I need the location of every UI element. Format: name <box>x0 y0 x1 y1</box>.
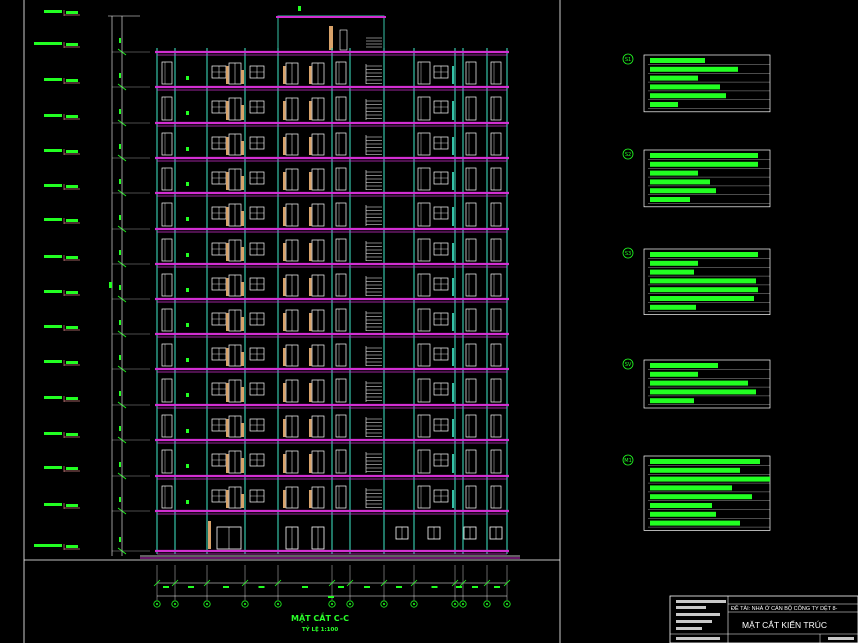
layer-key-row <box>650 398 694 404</box>
logo-bar <box>676 600 726 603</box>
layer-key-tables: S1 S2 S3 SV M1 <box>622 53 771 531</box>
drawing-scale: TỶ LỆ 1:100 <box>302 625 339 633</box>
layer-key-row <box>650 503 712 508</box>
title-block: ĐỀ TÀI: NHÀ Ở CÁN BỘ CÔNG TY DỆT 8- MẶT … <box>669 595 858 643</box>
level-marker <box>44 10 80 16</box>
cad-drawing-canvas: MẶT CẮT C-C TỶ LỆ 1:100 S1 S2 S3 SV M1 ĐỀ TÀ… <box>23 0 858 643</box>
layer-key-row <box>650 252 758 257</box>
level-marker <box>44 114 80 120</box>
layer-key-row <box>650 485 732 491</box>
layer-key-row <box>650 84 720 90</box>
layer-key-row <box>650 380 748 386</box>
layer-key-row <box>650 389 756 395</box>
layer-key-row <box>650 170 698 176</box>
layer-key-s1: S1 <box>622 53 771 113</box>
roof-level-tick <box>298 6 301 11</box>
layer-key-row <box>650 58 705 63</box>
level-marker <box>44 149 80 155</box>
layer-key-row <box>650 66 738 72</box>
sheet-name: MẶT CẮT KIẾN TRÚC <box>742 620 827 630</box>
logo-bar <box>676 627 702 630</box>
layer-key-row <box>650 287 758 293</box>
layer-key-row <box>650 520 740 526</box>
logo-bar <box>676 606 706 609</box>
layer-key-symbol: S1 <box>625 57 631 63</box>
level-marker <box>44 396 80 402</box>
layer-key-row <box>650 269 694 275</box>
layer-key-row <box>650 179 710 185</box>
layer-key-row <box>650 467 740 473</box>
dimension-ticks <box>109 38 150 555</box>
layer-key-s3: S3 <box>622 247 771 315</box>
roof-door <box>329 26 333 50</box>
level-marker <box>34 42 80 48</box>
layer-key-row <box>650 260 698 266</box>
layer-key-row <box>650 459 760 464</box>
level-marker <box>44 360 80 366</box>
layer-key-symbol: S3 <box>625 251 631 257</box>
bottom-dimension-chain <box>153 565 511 608</box>
level-marker <box>44 466 80 472</box>
layer-key-sv: SV <box>622 358 771 409</box>
level-marker <box>44 290 80 296</box>
logo-bar <box>676 637 720 640</box>
level-marker <box>44 78 80 84</box>
layer-key-row <box>650 188 716 194</box>
layer-key-symbol: S2 <box>625 152 631 158</box>
layer-key-symbol: M1 <box>624 458 632 464</box>
vertical-dimension-lines <box>108 15 140 556</box>
layer-key-row <box>650 494 752 500</box>
layer-key-row <box>650 102 678 107</box>
level-marker <box>44 503 80 509</box>
layer-key-m1: M1 <box>622 454 771 531</box>
level-marker <box>44 432 80 438</box>
level-marker <box>44 255 80 261</box>
layer-key-row <box>650 75 698 81</box>
drawing-title: MẶT CẮT C-C <box>291 611 349 623</box>
project-line: ĐỀ TÀI: NHÀ Ở CÁN BỘ CÔNG TY DỆT 8- <box>731 604 838 612</box>
layer-key-row <box>650 476 770 482</box>
layer-key-row <box>650 153 758 158</box>
logo-bar <box>676 613 720 616</box>
layer-key-row <box>650 197 690 202</box>
level-marker <box>44 184 80 190</box>
layer-key-row <box>650 278 756 284</box>
layer-key-s2: S2 <box>622 148 771 208</box>
level-marker <box>44 218 80 224</box>
logo-bar <box>676 620 712 623</box>
layer-key-row <box>650 93 726 99</box>
building-section <box>140 6 520 559</box>
level-marker <box>44 325 80 331</box>
roof-window <box>339 29 348 51</box>
layer-key-row <box>650 161 758 167</box>
layer-key-row <box>650 296 754 301</box>
layer-key-row <box>650 363 718 368</box>
layer-key-row <box>650 304 696 310</box>
level-marker <box>34 544 80 550</box>
level-markers <box>34 10 80 550</box>
layer-key-row <box>650 511 716 517</box>
layer-key-symbol: SV <box>625 362 632 368</box>
layer-key-row <box>650 371 698 377</box>
total-height-label <box>109 282 112 288</box>
